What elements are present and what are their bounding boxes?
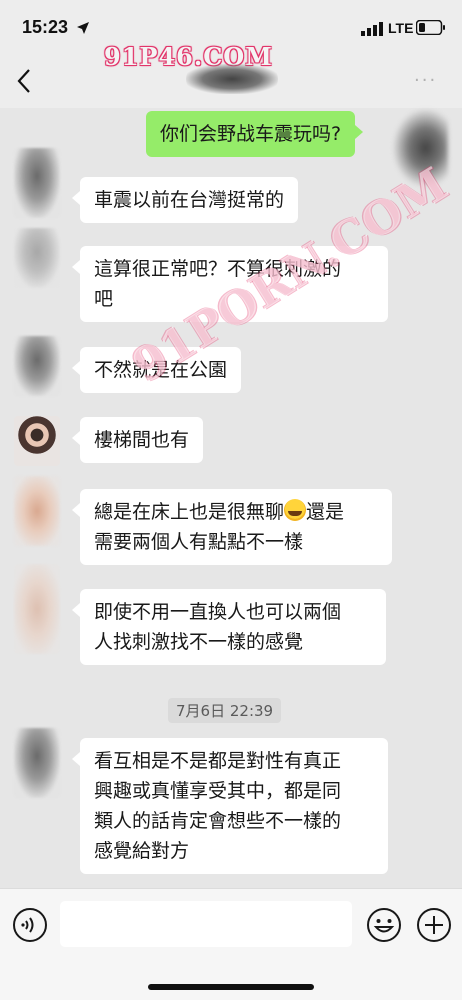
message-bubble-received[interactable]: 不然就是在公園 [71,347,242,393]
message-timestamp: 7月6日 22:39 [168,698,282,723]
message-text: 還是 [306,501,345,523]
message-bubble-sent[interactable]: 你们会野战车震玩吗? [146,111,364,157]
message-text: 車震以前在台灣挺常的 [94,189,285,211]
contact-avatar-redacted [14,728,60,798]
battery-icon [415,19,446,39]
more-options-icon[interactable]: ··· [414,70,437,91]
contact-avatar-redacted [14,476,60,546]
message-input[interactable] [60,901,352,947]
my-avatar-redacted [392,108,448,188]
message-line: 這算很正常吧？不算很刺激的 [94,258,342,280]
contact-avatar-redacted [14,228,60,288]
message-bubble-received[interactable]: 這算很正常吧？不算很刺激的 吧 [72,246,388,322]
message-bubble-received[interactable]: 看互相是不是都是對性有真正 興趣或真懂享受其中，都是同 類人的話肯定會想些不一樣… [72,738,388,874]
message-bubble-received[interactable]: 即使不用一直換人也可以兩個 人找刺激找不一樣的感覺 [72,589,386,665]
bottom-safe-area [0,960,462,1000]
signal-strength-icon [361,21,383,40]
message-line: 總是在床上也是很無聊 還是 [94,497,378,527]
add-attachment-icon[interactable] [416,907,452,947]
message-line: 看互相是不是都是對性有真正 [94,750,342,772]
message-bubble-received[interactable]: 總是在床上也是很無聊 還是 需要兩個人有點點不一樣 [72,489,392,565]
message-line: 興趣或真懂享受其中，都是同 [94,780,342,802]
contact-avatar-redacted [14,564,60,654]
message-line: 即使不用一直換人也可以兩個 [94,601,342,623]
message-line: 人找刺激找不一樣的感覺 [94,631,304,653]
message-bubble-received[interactable]: 樓梯間也有 [71,417,204,463]
message-text: 不然就是在公園 [94,359,228,381]
contact-avatar-redacted [14,148,60,218]
crying-laughing-emoji-icon [284,499,307,521]
message-bubble-received[interactable]: 車震以前在台灣挺常的 [71,177,299,223]
back-chevron-icon[interactable] [16,68,32,98]
status-time: 15:23 [22,17,69,37]
message-line: 吧 [94,288,114,310]
input-bar [0,888,462,960]
network-type: LTE [388,20,414,36]
nav-bar: 91P46.COM ··· [0,42,462,108]
message-text: 樓梯間也有 [94,429,190,451]
voice-input-icon[interactable] [12,907,48,947]
message-line: 感覺給對方 [94,840,190,862]
message-text: 總是在床上也是很無聊 [94,501,285,523]
message-line: 類人的話肯定會想些不一樣的 [94,810,342,832]
location-arrow-icon [76,20,90,39]
contact-name-redacted [186,64,278,94]
chat-area[interactable]: 你们会野战车震玩吗? 車震以前在台灣挺常的 這算很正常吧？不算很刺激的 吧 不然… [0,108,462,888]
message-line: 需要兩個人有點點不一樣 [94,531,304,553]
home-indicator[interactable] [148,984,314,990]
emoji-picker-icon[interactable] [366,907,402,947]
contact-avatar[interactable] [14,416,60,466]
message-text: 你们会野战车震玩吗? [160,123,342,145]
contact-avatar-redacted [14,336,60,396]
